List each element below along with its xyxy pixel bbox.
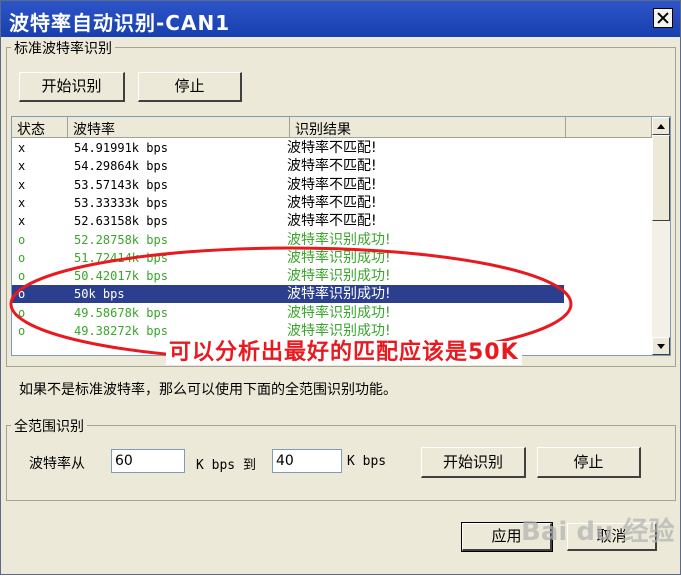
from-label: 波特率从 [29, 456, 85, 472]
row-result: 波特率识别成功! [287, 231, 391, 248]
stop-button[interactable]: 停止 [138, 72, 242, 102]
row-rate: 50k bps [74, 287, 125, 302]
row-result: 波特率不匹配! [287, 213, 377, 230]
row-result: 波特率识别成功! [287, 286, 391, 303]
column-header-rate[interactable]: 波特率 [68, 117, 290, 138]
column-header-result[interactable]: 识别结果 [290, 117, 566, 138]
row-rate: 51.72414k bps [74, 250, 168, 265]
scrollbar-thumb[interactable] [652, 135, 670, 221]
dialog-window: 波特率自动识别-CAN1 标准波特率识别 开始识别 停止 状态 波特率 识别结果… [0, 0, 681, 575]
full-range-start-button[interactable]: 开始识别 [421, 447, 526, 478]
row-rate: 49.58678k bps [74, 305, 168, 320]
unit-label: K bps [347, 454, 387, 469]
table-row[interactable]: x 53.33333k bps 波特率不匹配! [12, 194, 564, 212]
full-range-stop-button[interactable]: 停止 [537, 447, 641, 478]
row-status: x [18, 159, 26, 174]
vertical-scrollbar[interactable] [652, 117, 670, 355]
column-header-status[interactable]: 状态 [12, 117, 68, 138]
table-row[interactable]: o 50k bps 波特率识别成功! [12, 285, 564, 304]
row-result: 波特率不匹配! [287, 158, 377, 175]
annotation-text: 可以分析出最好的匹配应该是50K [166, 341, 522, 365]
table-row[interactable]: o 49.58678k bps 波特率识别成功! [12, 304, 564, 322]
row-status: o [18, 324, 26, 338]
table-row[interactable]: o 51.72414k bps 波特率识别成功! [12, 249, 564, 267]
table-row[interactable]: o 50.42017k bps 波特率识别成功! [12, 267, 564, 285]
title-bar[interactable]: 波特率自动识别-CAN1 [1, 1, 680, 37]
row-result: 波特率不匹配! [287, 194, 377, 211]
row-rate: 52.63158k bps [74, 214, 168, 229]
row-result: 波特率识别成功! [287, 268, 391, 285]
table-row[interactable]: x 52.63158k bps 波特率不匹配! [12, 212, 564, 230]
hint-text: 如果不是标准波特率，那么可以使用下面的全范围识别功能。 [19, 382, 397, 398]
row-status: o [18, 250, 26, 265]
row-rate: 52.28758k bps [74, 232, 168, 247]
close-icon[interactable] [653, 8, 673, 28]
standard-group-label: 标准波特率识别 [11, 38, 115, 58]
to-rate-input[interactable]: 40 [272, 449, 342, 473]
watermark-logo: Bai du 经验 [521, 517, 675, 547]
row-result: 波特率不匹配! [287, 176, 377, 193]
column-header-spacer [566, 117, 652, 138]
table-row[interactable]: x 54.29864k bps 波特率不匹配! [12, 157, 564, 175]
row-status: x [18, 141, 26, 155]
baud-rate-list[interactable]: 状态 波特率 识别结果 x 54.91991k bps 波特率不匹配! x 54.298… [11, 116, 671, 356]
row-status: o [18, 269, 26, 284]
row-status: x [18, 214, 26, 229]
table-row[interactable]: o 49.38272k bps 波特率识别成功! [12, 322, 564, 340]
from-rate-input[interactable]: 60 [111, 449, 185, 473]
row-status: x [18, 177, 26, 192]
full-range-group-label: 全范围识别 [11, 416, 87, 436]
row-rate: 49.38272k bps [74, 324, 168, 338]
row-rate: 54.29864k bps [74, 159, 168, 174]
scroll-up-icon[interactable] [652, 117, 670, 135]
table-row[interactable]: x 53.57143k bps 波特率不匹配! [12, 176, 564, 194]
row-result: 波特率识别成功! [287, 249, 391, 266]
row-rate: 53.33333k bps [74, 195, 168, 210]
table-row[interactable]: o 52.28758k bps 波特率识别成功! [12, 231, 564, 249]
window-title: 波特率自动识别-CAN1 [9, 11, 231, 35]
row-result: 波特率识别成功! [287, 323, 391, 339]
row-result: 波特率不匹配! [287, 140, 377, 156]
row-rate: 53.57143k bps [74, 177, 168, 192]
unit-to-label: K bps 到 [196, 458, 256, 473]
row-status: x [18, 195, 26, 210]
row-status: o [18, 287, 26, 302]
row-status: o [18, 232, 26, 247]
table-row[interactable]: x 54.91991k bps 波特率不匹配! [12, 139, 564, 157]
row-result: 波特率识别成功! [287, 304, 391, 321]
row-status: o [18, 305, 26, 320]
row-rate: 54.91991k bps [74, 141, 168, 155]
row-rate: 50.42017k bps [74, 269, 168, 284]
start-recognition-button[interactable]: 开始识别 [19, 72, 125, 102]
scroll-down-icon[interactable] [652, 337, 670, 355]
